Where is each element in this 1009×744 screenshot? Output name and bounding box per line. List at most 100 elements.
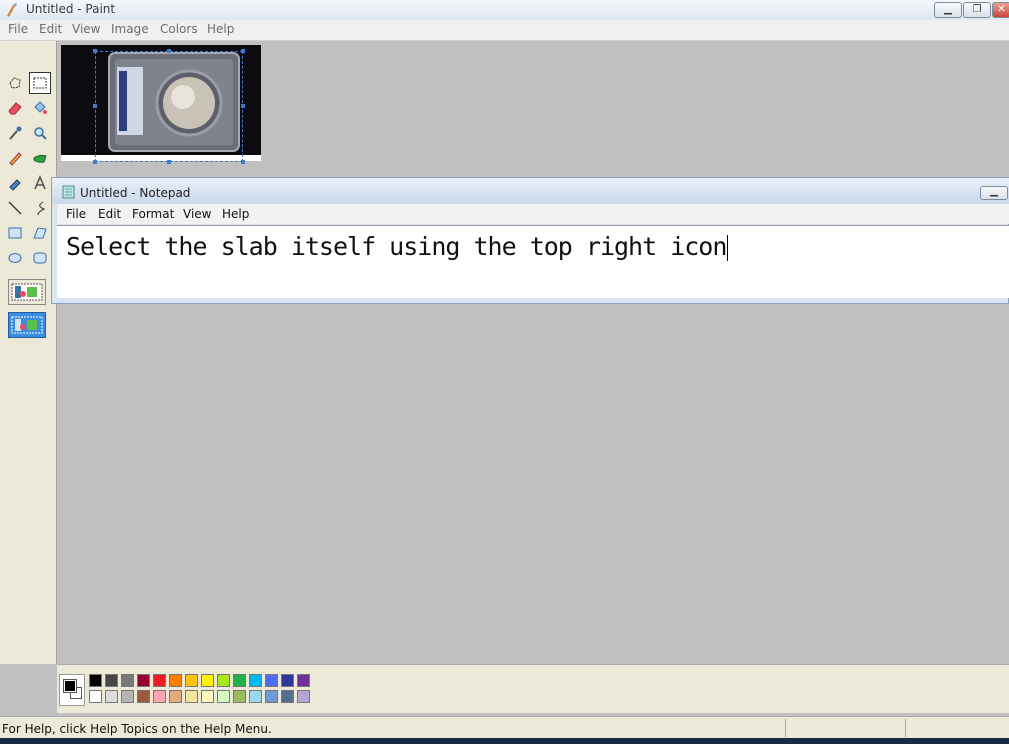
resize-handle[interactable] — [241, 160, 245, 164]
menu-colors[interactable]: Colors — [160, 22, 198, 36]
brush-icon — [33, 154, 47, 163]
notepad-menu-help[interactable]: Help — [222, 207, 249, 221]
rounded-rect-tool[interactable] — [29, 247, 51, 269]
palette-swatch[interactable] — [105, 674, 118, 687]
palette-swatch[interactable] — [249, 690, 262, 703]
fill-tool[interactable] — [29, 97, 51, 119]
menu-image[interactable]: Image — [111, 22, 149, 36]
palette-swatch[interactable] — [217, 690, 230, 703]
notepad-text: Select the slab itself using the top rig… — [66, 232, 727, 261]
pencil-icon — [9, 152, 22, 166]
paint-title-bar: Untitled - Paint ▁ ❐ ✕ — [0, 0, 1009, 21]
resize-handle[interactable] — [93, 104, 97, 108]
palette-swatch[interactable] — [233, 690, 246, 703]
notepad-app-icon — [62, 185, 75, 199]
selection-marquee[interactable] — [93, 49, 245, 164]
status-bar: For Help, click Help Topics on the Help … — [0, 716, 1009, 739]
notepad-menu-format[interactable]: Format — [132, 207, 174, 221]
resize-handle[interactable] — [241, 49, 245, 53]
tool-box — [0, 41, 57, 664]
palette-swatch[interactable] — [185, 690, 198, 703]
transparent-selection-option[interactable] — [8, 312, 46, 338]
palette-swatch[interactable] — [297, 674, 310, 687]
palette-swatch[interactable] — [153, 674, 166, 687]
current-colors[interactable] — [59, 674, 85, 706]
pencil-tool[interactable] — [4, 147, 26, 169]
curve-icon — [37, 201, 46, 216]
palette-swatch[interactable] — [89, 674, 102, 687]
brush-tool[interactable] — [29, 147, 51, 169]
notepad-menu-file[interactable]: File — [66, 207, 86, 221]
foreground-color-swatch[interactable] — [63, 679, 77, 693]
rectangle-tool[interactable] — [4, 222, 26, 244]
paint-menu-bar: File Edit View Image Colors Help — [0, 20, 1009, 41]
palette-swatch[interactable] — [233, 674, 246, 687]
resize-handle[interactable] — [241, 104, 245, 108]
palette-swatch[interactable] — [281, 674, 294, 687]
notepad-text-area[interactable]: Select the slab itself using the top rig… — [57, 225, 1009, 298]
ellipse-icon — [8, 253, 22, 263]
close-icon: ✕ — [997, 4, 1006, 15]
resize-handle[interactable] — [167, 160, 171, 164]
palette-swatch[interactable] — [121, 690, 134, 703]
palette-swatch[interactable] — [249, 674, 262, 687]
notepad-window-title: Untitled - Notepad — [80, 186, 191, 200]
palette-swatch[interactable] — [201, 690, 214, 703]
menu-view[interactable]: View — [72, 22, 100, 36]
free-form-select-tool[interactable] — [4, 72, 26, 94]
resize-handle[interactable] — [93, 160, 97, 164]
palette-swatch[interactable] — [153, 690, 166, 703]
menu-file[interactable]: File — [8, 22, 28, 36]
text-caret — [727, 235, 729, 261]
status-help-text: For Help, click Help Topics on the Help … — [2, 722, 272, 736]
palette-swatch[interactable] — [121, 674, 134, 687]
line-tool[interactable] — [4, 197, 26, 219]
notepad-menu-edit[interactable]: Edit — [98, 207, 121, 221]
resize-handle[interactable] — [167, 49, 171, 53]
palette-swatch[interactable] — [105, 690, 118, 703]
menu-edit[interactable]: Edit — [39, 22, 62, 36]
notepad-minimize-button[interactable]: ▁ — [980, 186, 1008, 200]
transparent-selection-icon — [11, 316, 43, 334]
minimize-icon: ▁ — [944, 4, 952, 15]
palette-swatch[interactable] — [265, 674, 278, 687]
color-palette-bar — [57, 664, 1009, 713]
opaque-selection-icon — [11, 283, 43, 301]
color-picker-tool[interactable] — [4, 122, 26, 144]
palette-swatch[interactable] — [185, 674, 198, 687]
rounded-rect-icon — [33, 252, 47, 264]
palette-swatch[interactable] — [169, 690, 182, 703]
minimize-button[interactable]: ▁ — [934, 2, 962, 18]
curve-tool[interactable] — [29, 197, 51, 219]
palette-swatch[interactable] — [265, 690, 278, 703]
taskbar-strip — [0, 738, 1009, 744]
rect-select-tool[interactable] — [29, 72, 51, 94]
opaque-selection-option[interactable] — [8, 279, 46, 305]
rect-select-icon — [33, 77, 47, 89]
ellipse-tool[interactable] — [4, 247, 26, 269]
polygon-tool[interactable] — [29, 222, 51, 244]
palette-swatch[interactable] — [137, 674, 150, 687]
palette-swatch[interactable] — [217, 674, 230, 687]
palette-swatch[interactable] — [89, 690, 102, 703]
palette-swatch[interactable] — [201, 674, 214, 687]
text-tool[interactable] — [29, 172, 51, 194]
magnifier-tool[interactable] — [29, 122, 51, 144]
palette-swatch[interactable] — [137, 690, 150, 703]
eraser-tool[interactable] — [4, 97, 26, 119]
minimize-icon: ▁ — [990, 186, 998, 197]
airbrush-icon — [9, 179, 21, 191]
palette-swatch[interactable] — [281, 690, 294, 703]
maximize-button[interactable]: ❐ — [963, 2, 991, 18]
text-icon — [34, 175, 46, 190]
notepad-title-bar[interactable]: Untitled - Notepad ▁ — [52, 178, 1009, 204]
palette-swatch[interactable] — [297, 690, 310, 703]
airbrush-tool[interactable] — [4, 172, 26, 194]
resize-handle[interactable] — [93, 49, 97, 53]
notepad-menu-view[interactable]: View — [183, 207, 211, 221]
close-button[interactable]: ✕ — [992, 2, 1009, 18]
menu-help[interactable]: Help — [207, 22, 234, 36]
palette-swatch[interactable] — [169, 674, 182, 687]
notepad-window[interactable]: Untitled - Notepad ▁ File Edit Format Vi… — [51, 177, 1009, 304]
paint-window-title: Untitled - Paint — [26, 2, 116, 16]
